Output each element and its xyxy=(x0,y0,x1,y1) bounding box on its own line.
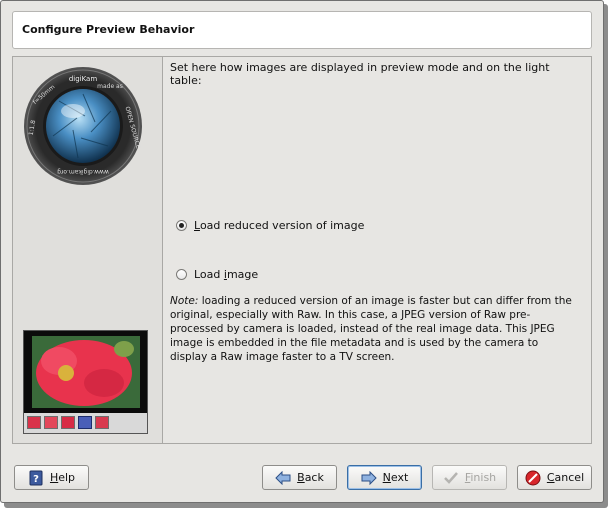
page-title: Configure Preview Behavior xyxy=(22,23,195,36)
logo-url: www.digikam.org xyxy=(57,168,109,175)
option-label: Load reduced version of image xyxy=(194,218,365,232)
preview-thumbnail xyxy=(23,330,148,434)
option-load-reduced[interactable]: Load reduced version of image xyxy=(176,217,364,233)
thumb-item xyxy=(78,416,92,429)
thumb-item xyxy=(61,416,75,429)
header-box: Configure Preview Behavior xyxy=(12,11,592,49)
svg-text:?: ? xyxy=(33,474,39,485)
description-text: Set here how images are displayed in pre… xyxy=(170,61,550,87)
radio-unchecked[interactable] xyxy=(176,268,187,280)
digikam-logo-icon: digiKam made as OPEN SOURCE f=50mm 1:1.8… xyxy=(24,67,142,185)
option-load-image[interactable]: Load image xyxy=(176,266,258,282)
arrow-left-icon xyxy=(275,470,291,485)
side-panel: digiKam made as OPEN SOURCE f=50mm 1:1.8… xyxy=(13,57,163,443)
content-area: digiKam made as OPEN SOURCE f=50mm 1:1.8… xyxy=(12,56,592,444)
thumbnail-strip xyxy=(24,413,147,433)
wizard-window: Configure Preview Behavior digiKam made … xyxy=(0,0,604,503)
logo-made-as: made as xyxy=(97,83,123,90)
thumb-item xyxy=(95,416,109,429)
option-label: Load image xyxy=(194,267,259,281)
logo-brand: digiKam xyxy=(69,75,98,83)
back-button[interactable]: Back xyxy=(262,465,337,490)
help-button[interactable]: ? Help xyxy=(14,465,89,490)
cancel-button[interactable]: Cancel xyxy=(517,465,592,490)
finish-button[interactable]: Finish xyxy=(432,465,507,490)
arrow-right-icon xyxy=(361,470,377,485)
radio-checked[interactable] xyxy=(176,219,187,231)
checkmark-icon xyxy=(443,471,459,485)
note-body: loading a reduced version of an image is… xyxy=(170,295,572,363)
help-icon: ? xyxy=(28,470,44,486)
cancel-icon xyxy=(525,470,541,486)
flower-photo xyxy=(24,331,147,413)
thumb-item xyxy=(27,416,41,429)
thumb-item xyxy=(44,416,58,429)
note-text: Note: loading a reduced version of an im… xyxy=(170,294,578,364)
next-button[interactable]: Next xyxy=(347,465,422,490)
note-label: Note: xyxy=(170,295,199,307)
